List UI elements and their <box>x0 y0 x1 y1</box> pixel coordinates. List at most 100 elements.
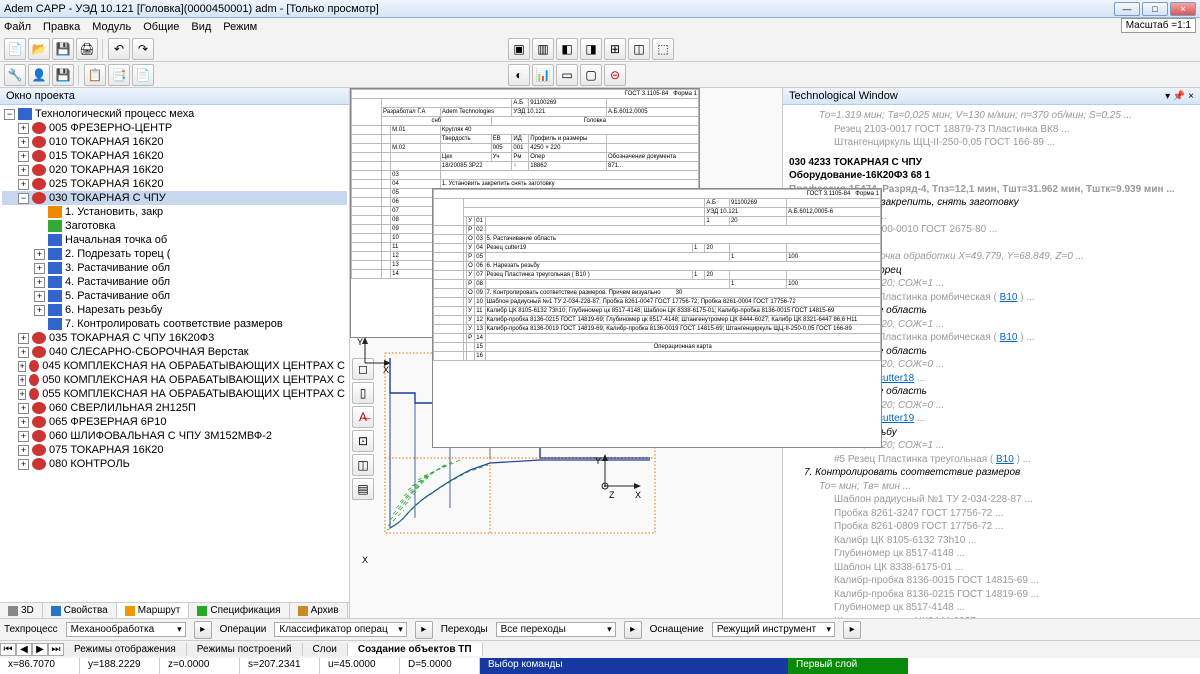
print-icon[interactable]: 🖨 <box>76 38 98 60</box>
expander-icon[interactable]: + <box>34 277 45 288</box>
tree-item[interactable]: 010 ТОКАРНАЯ 16К20 <box>49 136 163 148</box>
expander-icon[interactable]: + <box>18 445 29 456</box>
go-button[interactable]: ▸ <box>194 621 212 639</box>
tree-item[interactable]: 065 ФРЕЗЕРНАЯ 6Р10 <box>49 416 167 428</box>
menu-file[interactable]: Файл <box>4 21 31 33</box>
expander-icon[interactable]: + <box>18 123 29 134</box>
undo-icon[interactable]: ↶ <box>108 38 130 60</box>
go-button[interactable]: ▸ <box>624 621 642 639</box>
sheet-tab[interactable]: Режимы построений <box>187 643 303 656</box>
tree-item[interactable]: 005 ФРЕЗЕРНО-ЦЕНТР <box>49 122 172 134</box>
tool-icon[interactable]: ◧ <box>556 38 578 60</box>
doc-sheet-2[interactable]: ГОСТ 3.1105-84 Форма 1 А.Б91100269 УЭД 1… <box>432 188 882 448</box>
maximize-button[interactable]: □ <box>1142 2 1168 16</box>
tree-item[interactable]: 020 ТОКАРНАЯ 16К20 <box>49 164 163 176</box>
tab-route[interactable]: Маршрут <box>117 603 190 618</box>
expander-icon[interactable]: + <box>18 347 29 358</box>
expander-icon[interactable]: − <box>18 193 29 204</box>
tool-icon[interactable]: 🔧 <box>4 64 26 86</box>
minimize-button[interactable]: — <box>1114 2 1140 16</box>
tool-icon[interactable]: ⬚ <box>652 38 674 60</box>
tab-3d[interactable]: 3D <box>0 603 43 618</box>
menu-edit[interactable]: Правка <box>43 21 80 33</box>
sheet-tab[interactable]: Слои <box>303 643 348 656</box>
expander-icon[interactable]: − <box>4 109 15 120</box>
nav-next[interactable]: ▶ <box>32 643 48 656</box>
tool-icon[interactable]: 📋 <box>84 64 106 86</box>
menu-view[interactable]: Вид <box>191 21 211 33</box>
tool-icon[interactable]: ▣ <box>508 38 530 60</box>
tree-item[interactable]: 080 КОНТРОЛЬ <box>49 458 130 470</box>
go-button[interactable]: ▸ <box>843 621 861 639</box>
expander-icon[interactable]: + <box>18 361 26 372</box>
tree-item[interactable]: 6. Нарезать резьбу <box>65 304 162 316</box>
new-icon[interactable]: 📄 <box>4 38 26 60</box>
open-icon[interactable]: 📂 <box>28 38 50 60</box>
tool-icon[interactable]: ⊞ <box>604 38 626 60</box>
close-button[interactable]: × <box>1170 2 1196 16</box>
expander-icon[interactable]: + <box>34 263 45 274</box>
tree-item[interactable]: 015 ТОКАРНАЯ 16К20 <box>49 150 163 162</box>
tree-item[interactable]: 035 ТОКАРНАЯ С ЧПУ 16К20Ф3 <box>49 332 214 344</box>
tree-item[interactable]: 060 ШЛИФОВАЛЬНАЯ С ЧПУ 3М152МВФ-2 <box>49 430 272 442</box>
tree-item[interactable]: 2. Подрезать торец ( <box>65 248 170 260</box>
tool-icon[interactable]: 💾 <box>52 64 74 86</box>
save-icon[interactable]: 💾 <box>52 38 74 60</box>
tool-icon[interactable]: 📄 <box>132 64 154 86</box>
transitions-combo[interactable]: Все переходы <box>496 622 616 637</box>
stop-icon[interactable]: ⊝ <box>604 64 626 86</box>
tree-item[interactable]: 4. Растачивание обл <box>65 276 170 288</box>
expander-icon[interactable]: + <box>18 165 29 176</box>
tree-item[interactable]: 045 КОМПЛЕКСНАЯ НА ОБРАБАТЫВАЮЩИХ ЦЕНТРА… <box>42 360 345 372</box>
sheet-tab[interactable]: Режимы отображения <box>64 643 187 656</box>
operations-combo[interactable]: Классификатор операц <box>274 622 406 637</box>
expander-icon[interactable]: + <box>34 305 45 316</box>
tree-item[interactable]: Начальная точка об <box>65 234 167 246</box>
tree-item[interactable]: 7. Контролировать соответствие размеров <box>65 318 283 330</box>
expander-icon[interactable]: + <box>18 137 29 148</box>
expander-icon[interactable]: + <box>18 403 29 414</box>
tool-icon[interactable]: 👤 <box>28 64 50 86</box>
expander-icon[interactable]: + <box>18 151 29 162</box>
redo-icon[interactable]: ↷ <box>132 38 154 60</box>
expander-icon[interactable]: + <box>18 375 26 386</box>
tree-item[interactable]: 030 ТОКАРНАЯ С ЧПУ <box>49 192 166 204</box>
tree-item[interactable]: 055 КОМПЛЕКСНАЯ НА ОБРАБАТЫВАЮЩИХ ЦЕНТРА… <box>42 388 345 400</box>
tool-icon[interactable]: 📊 <box>532 64 554 86</box>
tool-icon[interactable]: ◐ <box>508 64 530 86</box>
tree-item[interactable]: 3. Растачивание обл <box>65 262 170 274</box>
nav-last[interactable]: ⏭ <box>48 643 64 656</box>
equipment-combo[interactable]: Режущий инструмент <box>712 622 835 637</box>
tree-item[interactable]: Заготовка <box>65 220 115 232</box>
tool-icon[interactable]: ◨ <box>580 38 602 60</box>
techprocess-combo[interactable]: Механообработка <box>66 622 186 637</box>
tree-item[interactable]: 040 СЛЕСАРНО-СБОРОЧНАЯ Верстак <box>49 346 249 358</box>
go-button[interactable]: ▸ <box>415 621 433 639</box>
nav-prev[interactable]: ◀ <box>16 643 32 656</box>
nav-first[interactable]: ⏮ <box>0 643 16 656</box>
menu-general[interactable]: Общие <box>143 21 179 33</box>
tree-item[interactable]: 075 ТОКАРНАЯ 16К20 <box>49 444 163 456</box>
tool-icon[interactable]: ▭ <box>556 64 578 86</box>
tool-icon[interactable]: ◫ <box>628 38 650 60</box>
tool-icon[interactable]: ▥ <box>532 38 554 60</box>
project-tree[interactable]: −Технологический процесс меха +005 ФРЕЗЕ… <box>0 105 349 602</box>
expander-icon[interactable]: + <box>18 431 29 442</box>
expander-icon[interactable]: + <box>18 459 29 470</box>
expander-icon[interactable]: + <box>18 333 29 344</box>
sheet-tab[interactable]: Создание объектов ТП <box>348 643 483 656</box>
tree-item[interactable]: 025 ТОКАРНАЯ 16К20 <box>49 178 163 190</box>
tool-icon[interactable]: ▢ <box>580 64 602 86</box>
menu-mode[interactable]: Режим <box>223 21 257 33</box>
expander-icon[interactable]: + <box>34 249 45 260</box>
tree-item[interactable]: 5. Растачивание обл <box>65 290 170 302</box>
expander-icon[interactable]: + <box>18 179 29 190</box>
pin-icon[interactable]: ▾ 📌 × <box>1165 91 1194 102</box>
tree-item[interactable]: 050 КОМПЛЕКСНАЯ НА ОБРАБАТЫВАЮЩИХ ЦЕНТРА… <box>42 374 345 386</box>
tab-archive[interactable]: Архив <box>290 603 348 618</box>
tab-spec[interactable]: Спецификация <box>189 603 289 618</box>
menu-module[interactable]: Модуль <box>92 21 131 33</box>
expander-icon[interactable]: + <box>34 291 45 302</box>
expander-icon[interactable]: + <box>18 417 29 428</box>
tree-item[interactable]: 060 СВЕРЛИЛЬНАЯ 2Н125П <box>49 402 196 414</box>
